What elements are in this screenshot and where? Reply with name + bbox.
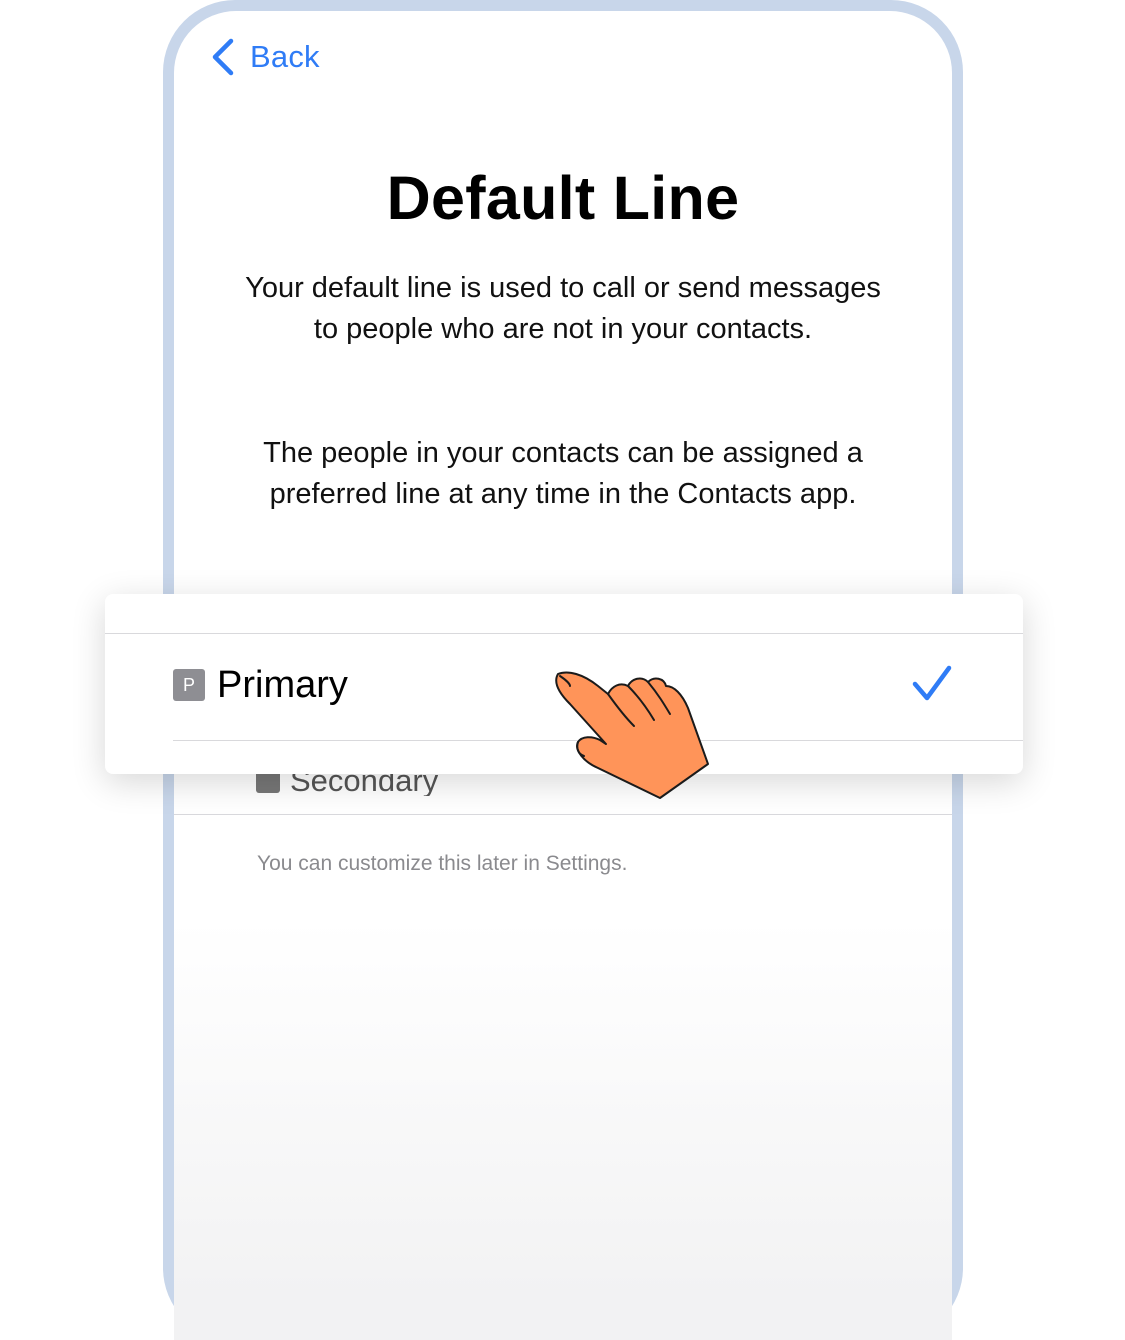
back-button[interactable]: Back bbox=[210, 37, 320, 77]
bottom-fade bbox=[174, 920, 952, 1340]
list-divider bbox=[174, 814, 952, 815]
page-title: Default Line bbox=[386, 164, 740, 232]
primary-label: Primary bbox=[217, 663, 348, 706]
chevron-left-icon bbox=[212, 38, 234, 76]
description-paragraph-1: Your default line is used to call or sen… bbox=[245, 272, 881, 345]
settings-footnote: You can customize this later in Settings… bbox=[257, 852, 628, 875]
card-divider-top bbox=[105, 633, 1023, 634]
primary-badge-icon: P bbox=[173, 669, 205, 701]
description-paragraph-2: The people in your contacts can be assig… bbox=[263, 437, 863, 510]
back-label: Back bbox=[250, 39, 320, 74]
checkmark-icon bbox=[912, 665, 952, 701]
pointing-hand-icon bbox=[555, 671, 709, 799]
